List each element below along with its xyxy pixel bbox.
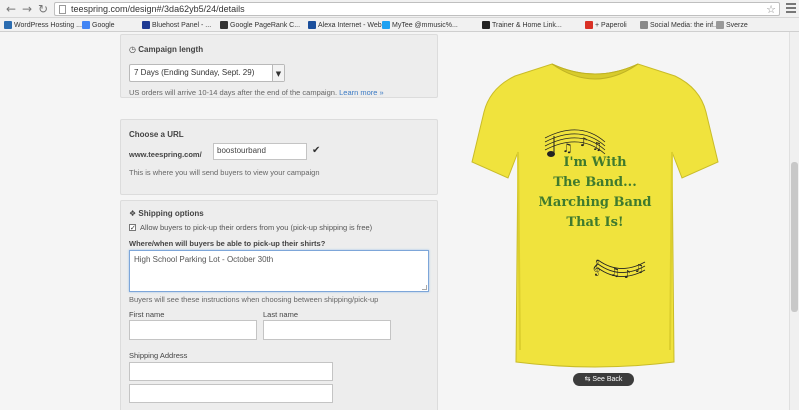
bookmark-favicon-icon bbox=[716, 21, 724, 29]
resize-handle[interactable] bbox=[422, 285, 427, 290]
pickup-instructions-value: High School Parking Lot - October 30th bbox=[134, 255, 274, 264]
address-bar-url[interactable]: teespring.com/design#/3da62yb5/24/detail… bbox=[71, 4, 245, 14]
bookmark-favicon-icon bbox=[82, 21, 90, 29]
bookmark-favicon-icon bbox=[640, 21, 648, 29]
bookmark-label: MyTee @mmusic%... bbox=[392, 21, 458, 29]
rotate-icon: ⇆ bbox=[584, 375, 591, 383]
svg-text:♫: ♫ bbox=[592, 140, 602, 153]
address-bar[interactable]: teespring.com/design#/3da62yb5/24/detail… bbox=[54, 2, 780, 16]
bookmark-item[interactable]: WordPress Hosting ... bbox=[4, 20, 82, 30]
tshirt-preview: ♫ ♪ ♫ I'm With The Band... Marching Band Th… bbox=[470, 50, 720, 372]
shipping-address-label: Shipping Address bbox=[129, 351, 188, 360]
pickup-instructions-textarea[interactable]: High School Parking Lot - October 30th bbox=[129, 250, 429, 292]
bookmark-star-icon[interactable]: ☆ bbox=[766, 3, 776, 16]
campaign-length-title: Campaign length bbox=[138, 45, 204, 54]
shipping-icon: ❖ bbox=[129, 209, 137, 218]
browser-menu-icon[interactable] bbox=[786, 3, 796, 14]
bookmark-favicon-icon bbox=[585, 21, 593, 29]
pickup-checkbox[interactable]: ✓ bbox=[129, 224, 136, 232]
pickup-question: Where/when will buyers be able to pick-u… bbox=[129, 239, 326, 248]
bookmark-item[interactable]: Alexa Internet - Web... bbox=[308, 20, 388, 30]
tshirt-slogan-line: Marching Band bbox=[539, 195, 652, 210]
bookmark-favicon-icon bbox=[482, 21, 490, 29]
page-content: ◷ Campaign length 7 Days (Ending Sunday,… bbox=[0, 32, 799, 410]
bookmark-item[interactable]: MyTee @mmusic%... bbox=[382, 20, 458, 30]
bookmark-label: + Paperoli bbox=[595, 21, 627, 29]
shipping-address-line1-input[interactable] bbox=[129, 362, 333, 381]
campaign-url-input[interactable]: boostourband bbox=[213, 143, 307, 160]
bookmark-item[interactable]: Google PageRank C... bbox=[220, 20, 300, 30]
bookmark-favicon-icon bbox=[308, 21, 316, 29]
tshirt-slogan-line: I'm With bbox=[563, 155, 627, 170]
tshirt-image: ♫ ♪ ♫ I'm With The Band... Marching Band Th… bbox=[471, 63, 719, 368]
first-name-label: First name bbox=[129, 310, 165, 319]
bookmark-favicon-icon bbox=[220, 21, 228, 29]
page-scrollbar[interactable] bbox=[789, 32, 799, 410]
browser-toolbar: ← → ↻ teespring.com/design#/3da62yb5/24/… bbox=[0, 0, 799, 18]
bookmark-label: WordPress Hosting ... bbox=[14, 21, 82, 29]
page-icon bbox=[59, 5, 66, 14]
campaign-url-value: boostourband bbox=[217, 146, 266, 155]
checkmark-icon: ✔ bbox=[312, 145, 321, 156]
last-name-label: Last name bbox=[263, 310, 299, 319]
see-back-button[interactable]: ⇆ See Back bbox=[573, 373, 634, 386]
back-arrow-icon[interactable]: ← bbox=[4, 2, 18, 16]
see-back-label: See Back bbox=[592, 376, 623, 383]
clock-icon: ◷ bbox=[129, 45, 136, 54]
campaign-length-value: 7 Days (Ending Sunday, Sept. 29) bbox=[134, 68, 255, 77]
pickup-label: Allow buyers to pick-up their orders fro… bbox=[140, 223, 373, 232]
last-name-input[interactable] bbox=[263, 320, 391, 340]
svg-text:♪: ♪ bbox=[624, 268, 631, 281]
bookmarks-bar: WordPress Hosting ... Google Bluehost Pane… bbox=[0, 18, 799, 32]
pickup-instructions-note: Buyers will see these instructions when … bbox=[129, 295, 379, 304]
svg-text:♪: ♪ bbox=[580, 135, 588, 149]
bookmark-label: Alexa Internet - Web... bbox=[318, 21, 388, 29]
url-help-text: This is where you will send buyers to vi… bbox=[129, 168, 320, 177]
svg-text:𝄞: 𝄞 bbox=[592, 260, 600, 276]
bookmark-label: Google bbox=[92, 21, 115, 29]
bookmark-label: Sverze bbox=[726, 21, 748, 29]
bookmark-label: Social Media: the inf... bbox=[650, 21, 719, 29]
svg-text:♫: ♫ bbox=[610, 266, 620, 279]
bookmark-label: Google PageRank C... bbox=[230, 21, 301, 29]
shipping-options-card: ❖ Shipping options ✓ Allow buyers to pic… bbox=[120, 200, 438, 410]
first-name-input[interactable] bbox=[129, 320, 257, 340]
url-prefix: www.teespring.com/ bbox=[129, 150, 202, 159]
svg-text:♫: ♫ bbox=[634, 262, 644, 275]
tshirt-slogan-line: That Is! bbox=[566, 215, 623, 230]
shipping-address-line2-input[interactable] bbox=[129, 384, 333, 403]
campaign-length-note: US orders will arrive 10-14 days after t… bbox=[129, 88, 338, 97]
bookmark-item[interactable]: Social Media: the inf... bbox=[640, 20, 719, 30]
bookmark-favicon-icon bbox=[4, 21, 12, 29]
bookmark-favicon-icon bbox=[382, 21, 390, 29]
bookmark-item[interactable]: Sverze bbox=[716, 20, 748, 30]
learn-more-link[interactable]: Learn more » bbox=[339, 88, 384, 97]
forward-arrow-icon[interactable]: → bbox=[20, 2, 34, 16]
campaign-length-heading: ◷ Campaign length bbox=[129, 45, 203, 54]
bookmark-label: Bluehost Panel - ... bbox=[152, 21, 212, 29]
scrollbar-thumb[interactable] bbox=[791, 162, 798, 312]
choose-url-card: Choose a URL www.teespring.com/ boostour… bbox=[120, 119, 438, 195]
bookmark-favicon-icon bbox=[142, 21, 150, 29]
dropdown-arrow-icon[interactable]: ▼ bbox=[272, 65, 284, 81]
bookmark-item[interactable]: Trainer & Home Link... bbox=[482, 20, 562, 30]
reload-icon[interactable]: ↻ bbox=[36, 2, 50, 16]
campaign-length-note-line: US orders will arrive 10-14 days after t… bbox=[129, 88, 384, 97]
tshirt-slogan-line: The Band... bbox=[553, 175, 636, 190]
bookmark-item[interactable]: + Paperoli bbox=[585, 20, 627, 30]
campaign-details-form: ◷ Campaign length 7 Days (Ending Sunday,… bbox=[120, 32, 438, 410]
bookmark-label: Trainer & Home Link... bbox=[492, 21, 562, 29]
bookmark-item[interactable]: Google bbox=[82, 20, 115, 30]
choose-url-title: Choose a URL bbox=[129, 130, 184, 139]
shipping-options-title: Shipping options bbox=[138, 209, 204, 218]
campaign-length-select[interactable]: 7 Days (Ending Sunday, Sept. 29) ▼ bbox=[129, 64, 285, 82]
bookmark-item[interactable]: Bluehost Panel - ... bbox=[142, 20, 211, 30]
campaign-length-card: ◷ Campaign length 7 Days (Ending Sunday,… bbox=[120, 34, 438, 98]
shipping-options-heading: ❖ Shipping options bbox=[129, 209, 204, 218]
svg-text:♫: ♫ bbox=[562, 141, 573, 155]
